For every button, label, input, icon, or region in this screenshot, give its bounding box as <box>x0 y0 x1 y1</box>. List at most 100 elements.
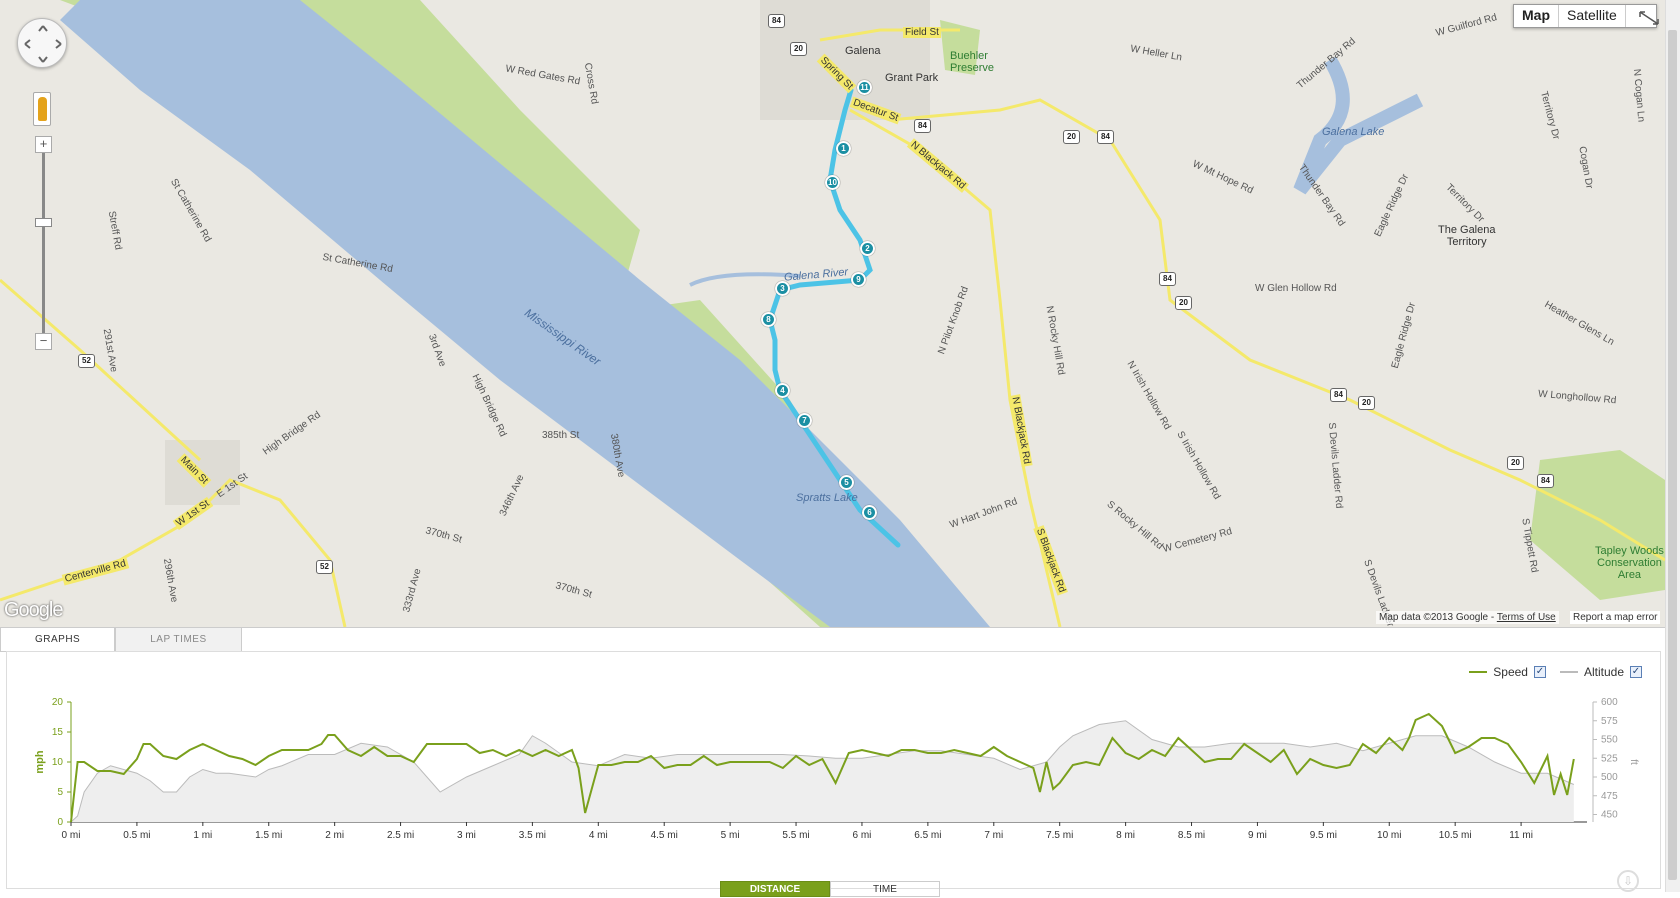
y-tick-label: 0 <box>57 817 63 828</box>
legend-speed-label: Speed <box>1493 665 1528 679</box>
lap-marker[interactable]: 6 <box>862 505 877 520</box>
route-shield: 20 <box>1507 456 1524 470</box>
x-tick-label: 0.5 mi <box>123 830 150 841</box>
y-tick-label: 20 <box>52 697 64 708</box>
x-tick-label: 0 mi <box>62 830 81 841</box>
lap-marker[interactable]: 11 <box>857 80 872 95</box>
x-tick-label: 6.5 mi <box>914 830 941 841</box>
route-shield: 20 <box>1358 396 1375 410</box>
route-shield: 84 <box>1330 388 1347 402</box>
map-label-grant-park: Grant Park <box>885 72 939 84</box>
x-tick-label: 6 mi <box>853 830 872 841</box>
map-label-galena-lake: Galena Lake <box>1322 126 1385 138</box>
y2-tick-label: 475 <box>1601 791 1618 802</box>
map-label-field-st: Field St <box>903 27 941 38</box>
terms-of-use-link[interactable]: Terms of Use <box>1497 612 1556 623</box>
zoom-slider-thumb[interactable] <box>35 218 52 227</box>
map-view[interactable]: Galena Field St Buehler Preserve Grant P… <box>0 0 1680 627</box>
lap-marker[interactable]: 3 <box>775 281 790 296</box>
attribution-text: Map data ©2013 Google - <box>1379 612 1497 623</box>
lap-marker[interactable]: 5 <box>839 475 854 490</box>
route-shield: 84 <box>1097 130 1114 144</box>
y2-tick-label: 500 <box>1601 772 1618 783</box>
lap-marker[interactable]: 7 <box>797 413 812 428</box>
fullscreen-icon[interactable] <box>1626 5 1659 27</box>
x-tick-label: 7.5 mi <box>1046 830 1073 841</box>
x-tick-label: 10 mi <box>1377 830 1401 841</box>
time-toggle-button[interactable]: TIME <box>830 881 940 897</box>
map-attribution: Map data ©2013 Google - Terms of Use <box>1376 611 1559 624</box>
route-shield: 52 <box>78 354 95 368</box>
x-tick-label: 2.5 mi <box>387 830 414 841</box>
altitude-area <box>71 720 1574 822</box>
map-label-buehler: Buehler Preserve <box>950 50 995 74</box>
lap-marker[interactable]: 10 <box>825 175 840 190</box>
export-icon[interactable]: ⇩ <box>1617 870 1639 892</box>
route-shield: 20 <box>1063 130 1080 144</box>
zoom-out-button[interactable]: − <box>35 333 52 350</box>
route-shield: 20 <box>790 42 807 56</box>
tab-lap-times[interactable]: LAP TIMES <box>115 628 242 652</box>
tab-graphs[interactable]: GRAPHS <box>0 628 116 652</box>
speed-checkbox[interactable]: ✓ <box>1533 666 1546 678</box>
street-view-pegman-icon[interactable] <box>33 92 51 126</box>
altitude-checkbox[interactable]: ✓ <box>1630 666 1642 678</box>
map-type-map-button[interactable]: Map <box>1514 5 1559 27</box>
zoom-in-button[interactable]: + <box>35 136 52 153</box>
x-tick-label: 3 mi <box>457 830 476 841</box>
page-scrollbar-thumb[interactable] <box>1668 30 1677 880</box>
pan-arrows-icon <box>24 25 62 63</box>
x-tick-label: 1.5 mi <box>255 830 282 841</box>
x-tick-label: 5 mi <box>721 830 740 841</box>
route-shield: 84 <box>768 14 785 28</box>
y-axis-label: mph <box>34 750 46 774</box>
y2-tick-label: 600 <box>1601 697 1618 708</box>
route-shield: 84 <box>1159 272 1176 286</box>
x-tick-label: 8.5 mi <box>1178 830 1205 841</box>
y-tick-label: 15 <box>52 727 64 738</box>
y2-axis-label: ft <box>1628 759 1639 765</box>
map-type-satellite-button[interactable]: Satellite <box>1559 5 1626 27</box>
google-logo: Google <box>4 599 63 621</box>
route-shield: 52 <box>316 560 333 574</box>
lap-marker[interactable]: 4 <box>775 383 790 398</box>
panel-tabs: GRAPHS LAP TIMES <box>0 628 242 652</box>
x-tick-label: 1 mi <box>193 830 212 841</box>
speed-altitude-chart[interactable]: 0 5 10 15 20 450 475 500 525 550 575 600 0 mi 0.5 mi 1… <box>7 692 1657 872</box>
lap-marker[interactable]: 2 <box>860 241 875 256</box>
pan-control[interactable] <box>17 18 67 68</box>
lap-marker[interactable]: 9 <box>851 272 866 287</box>
lap-marker[interactable]: 8 <box>761 312 776 327</box>
x-tick-label: 9.5 mi <box>1310 830 1337 841</box>
x-tick-label: 9 mi <box>1248 830 1267 841</box>
y-tick-label: 10 <box>52 757 64 768</box>
legend-altitude-label: Altitude <box>1583 665 1624 679</box>
graph-container: Speed ✓ Altitude ✓ 0 5 10 15 20 450 475 500 525 5… <box>6 651 1661 897</box>
x-tick-label: 7 mi <box>984 830 1003 841</box>
y2-tick-label: 525 <box>1601 753 1618 764</box>
map-label-w-glen-hollow: W Glen Hollow Rd <box>1255 283 1337 294</box>
x-axis-toggle: DISTANCE TIME <box>720 881 940 897</box>
map-label-galena-territory: The Galena Territory <box>1438 224 1496 248</box>
map-label-spratts-lake: Spratts Lake <box>796 492 858 504</box>
x-tick-label: 4.5 mi <box>651 830 678 841</box>
x-tick-label: 5.5 mi <box>782 830 809 841</box>
x-tick-label: 11 mi <box>1509 830 1533 841</box>
map-canvas <box>0 0 1680 627</box>
map-label-galena: Galena <box>845 45 881 57</box>
y2-tick-label: 550 <box>1601 735 1618 746</box>
report-map-error-link[interactable]: Report a map error <box>1570 611 1661 624</box>
x-tick-label: 4 mi <box>589 830 608 841</box>
y-tick-label: 5 <box>57 787 63 798</box>
x-tick-label: 8 mi <box>1116 830 1135 841</box>
lap-marker[interactable]: 1 <box>836 141 851 156</box>
route-shield: 84 <box>1537 474 1554 488</box>
x-tick-label: 3.5 mi <box>519 830 546 841</box>
route-shield: 84 <box>914 119 931 133</box>
distance-toggle-button[interactable]: DISTANCE <box>720 881 830 897</box>
map-label-385th-st: 385th St <box>542 430 580 441</box>
data-panel: GRAPHS LAP TIMES Speed ✓ Altitude ✓ 0 5 10… <box>0 627 1665 897</box>
zoom-slider-track[interactable] <box>42 153 45 333</box>
route-shield: 20 <box>1175 296 1192 310</box>
legend-altitude-swatch <box>1559 671 1578 673</box>
